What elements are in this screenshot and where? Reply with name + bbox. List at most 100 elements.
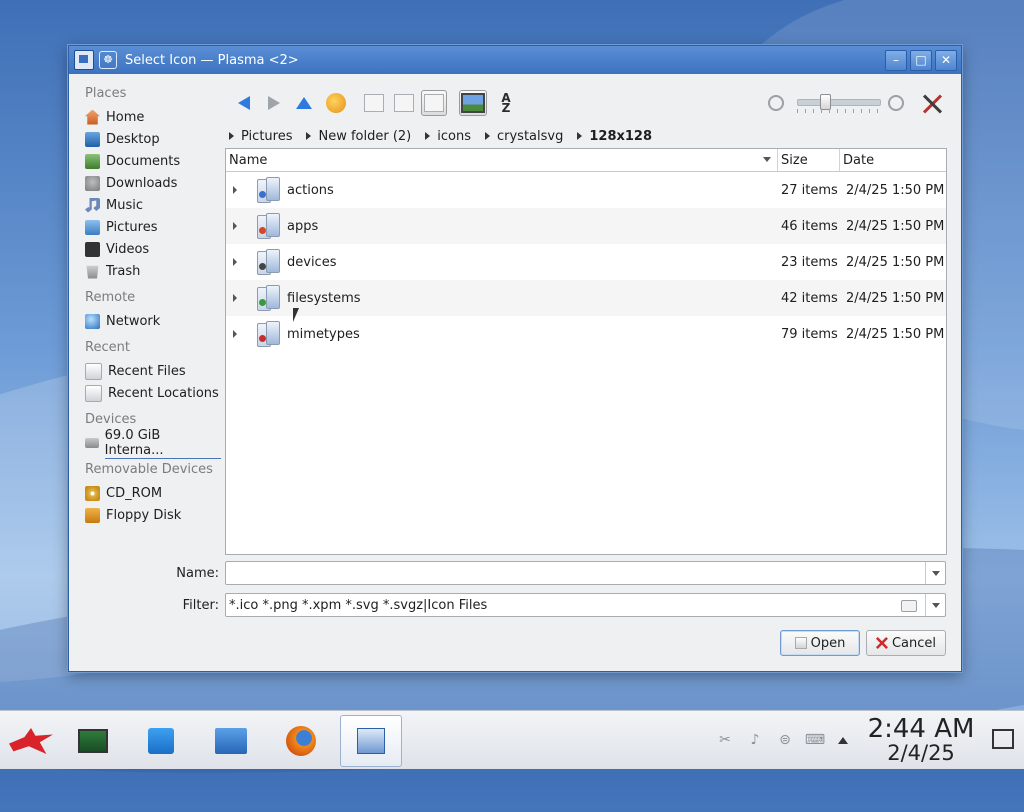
column-size-label: Size [781, 152, 808, 168]
table-row[interactable]: actions 27 items 2/4/25 1:50 PM [226, 172, 946, 208]
sidebar-item-network[interactable]: Network [79, 310, 221, 332]
table-row[interactable]: filesystems 42 items 2/4/25 1:50 PM [226, 280, 946, 316]
breadcrumb-item[interactable]: 128x128 [577, 129, 652, 144]
options-button[interactable] [919, 90, 945, 116]
sidebar-item-trash[interactable]: Trash [79, 260, 221, 282]
desktop-icon [85, 131, 100, 147]
expand-arrow-icon[interactable] [233, 222, 237, 230]
zoom-slider[interactable] [797, 94, 881, 110]
sidebar-item-videos[interactable]: Videos [79, 238, 221, 260]
breadcrumb: Pictures New folder (2) icons crystalsvg 128… [229, 126, 666, 146]
column-header-date[interactable]: Date [840, 149, 946, 171]
clock-date[interactable]: 2/4/25 [866, 741, 976, 765]
sidebar-item-69-0-gib-interna[interactable]: 69.0 GiB Interna... [79, 428, 221, 459]
network-icon [85, 313, 100, 329]
task-firefox[interactable] [270, 715, 332, 767]
open-button[interactable]: Open [780, 630, 860, 656]
file-name: mimetypes [287, 326, 360, 342]
cdrom-icon [85, 485, 100, 501]
reload-button[interactable] [323, 90, 349, 116]
task-system-monitor[interactable] [62, 715, 124, 767]
sidebar-item-downloads[interactable]: Downloads [79, 172, 221, 194]
task-plasma-active[interactable] [340, 715, 402, 767]
cancel-button[interactable]: Cancel [866, 630, 946, 656]
places-panel: Places Home Desktop Documents Downloads Music… [79, 86, 221, 526]
table-row[interactable]: apps 46 items 2/4/25 1:50 PM [226, 208, 946, 244]
expand-arrow-icon[interactable] [233, 258, 237, 266]
breadcrumb-item[interactable]: icons [425, 129, 471, 144]
window-app-icon[interactable] [74, 50, 94, 70]
home-icon [85, 109, 100, 125]
breadcrumb-item[interactable]: crystalsvg [485, 129, 563, 144]
zoom-out-button[interactable] [763, 90, 789, 116]
sidebar-item-home[interactable]: Home [79, 106, 221, 128]
close-button[interactable]: ✕ [935, 50, 957, 71]
details-view-button[interactable] [421, 90, 447, 116]
sidebar-item-floppy-disk[interactable]: Floppy Disk [79, 504, 221, 526]
compact-view-button[interactable] [391, 90, 417, 116]
expand-arrow-icon[interactable] [233, 186, 237, 194]
task-file-manager[interactable] [200, 715, 262, 767]
title-bar[interactable]: ☸ Select Icon — Plasma <2> – □ ✕ [69, 46, 961, 74]
show-desktop-button[interactable] [992, 729, 1014, 749]
zoom-slider-handle[interactable] [820, 94, 831, 110]
hard-drive-icon [85, 438, 99, 448]
up-button[interactable] [291, 90, 317, 116]
file-size: 23 items [781, 254, 838, 270]
back-button[interactable] [231, 90, 257, 116]
tray-expand-button[interactable] [834, 731, 852, 749]
sidebar-item-desktop[interactable]: Desktop [79, 128, 221, 150]
compact-view-icon [394, 94, 414, 112]
name-dropdown-icon[interactable] [925, 562, 945, 584]
name-combobox[interactable] [225, 561, 946, 585]
breadcrumb-separator-icon [306, 132, 312, 140]
updates-icon[interactable]: ⊜ [776, 731, 794, 749]
zoom-in-button[interactable] [883, 90, 909, 116]
firefox-icon [286, 726, 316, 756]
filter-combobox[interactable]: *.ico *.png *.xpm *.svg *.svgz|Icon File… [225, 593, 946, 617]
clipboard-icon[interactable]: ✂ [716, 731, 734, 749]
window-menu-icon[interactable]: ☸ [99, 51, 117, 69]
column-date-label: Date [843, 152, 875, 168]
sidebar-item-label: Desktop [106, 131, 160, 147]
table-row[interactable]: devices 23 items 2/4/25 1:50 PM [226, 244, 946, 280]
column-header-name[interactable]: Name [226, 149, 778, 171]
table-row[interactable]: mimetypes 79 items 2/4/25 1:50 PM [226, 316, 946, 352]
column-header-size[interactable]: Size [778, 149, 840, 171]
recent-files-icon [85, 362, 102, 380]
sidebar-item-documents[interactable]: Documents [79, 150, 221, 172]
sidebar-item-music[interactable]: Music [79, 194, 221, 216]
breadcrumb-label: crystalsvg [497, 128, 564, 144]
name-label: Name: [176, 566, 219, 581]
task-discover[interactable] [130, 715, 192, 767]
maximize-button[interactable]: □ [910, 50, 932, 71]
icons-view-button[interactable] [361, 90, 387, 116]
forward-button[interactable] [261, 90, 287, 116]
sidebar-item-recent-files[interactable]: Recent Files [79, 360, 221, 382]
file-name: actions [287, 182, 334, 198]
cancel-icon [875, 637, 888, 649]
network-status-icon[interactable]: ⌨ [805, 731, 825, 749]
filter-dropdown-icon[interactable] [925, 594, 945, 616]
sidebar-item-cd-rom[interactable]: CD_ROM [79, 482, 221, 504]
preview-button[interactable] [459, 90, 487, 116]
expand-arrow-icon[interactable] [233, 330, 237, 338]
clock-time[interactable]: 2:44 AM [866, 714, 976, 744]
sidebar-item-pictures[interactable]: Pictures [79, 216, 221, 238]
breadcrumb-item[interactable]: New folder (2) [306, 129, 411, 144]
launcher-logo-icon [9, 728, 53, 754]
sidebar-item-recent-locations[interactable]: Recent Locations [79, 382, 221, 404]
file-name: devices [287, 254, 337, 270]
volume-icon[interactable]: ♪ [746, 731, 764, 749]
minimize-button[interactable]: – [885, 50, 907, 71]
expand-arrow-icon[interactable] [233, 294, 237, 302]
downloads-icon [85, 175, 100, 191]
file-name: apps [287, 218, 319, 234]
breadcrumb-item[interactable]: Pictures [229, 129, 292, 144]
clear-filter-icon[interactable] [901, 600, 917, 612]
column-name-label: Name [229, 152, 268, 168]
sort-button[interactable]: AZ [493, 90, 519, 116]
breadcrumb-separator-icon [229, 132, 234, 140]
floppy-icon [85, 507, 100, 523]
application-launcher-button[interactable] [0, 715, 62, 767]
